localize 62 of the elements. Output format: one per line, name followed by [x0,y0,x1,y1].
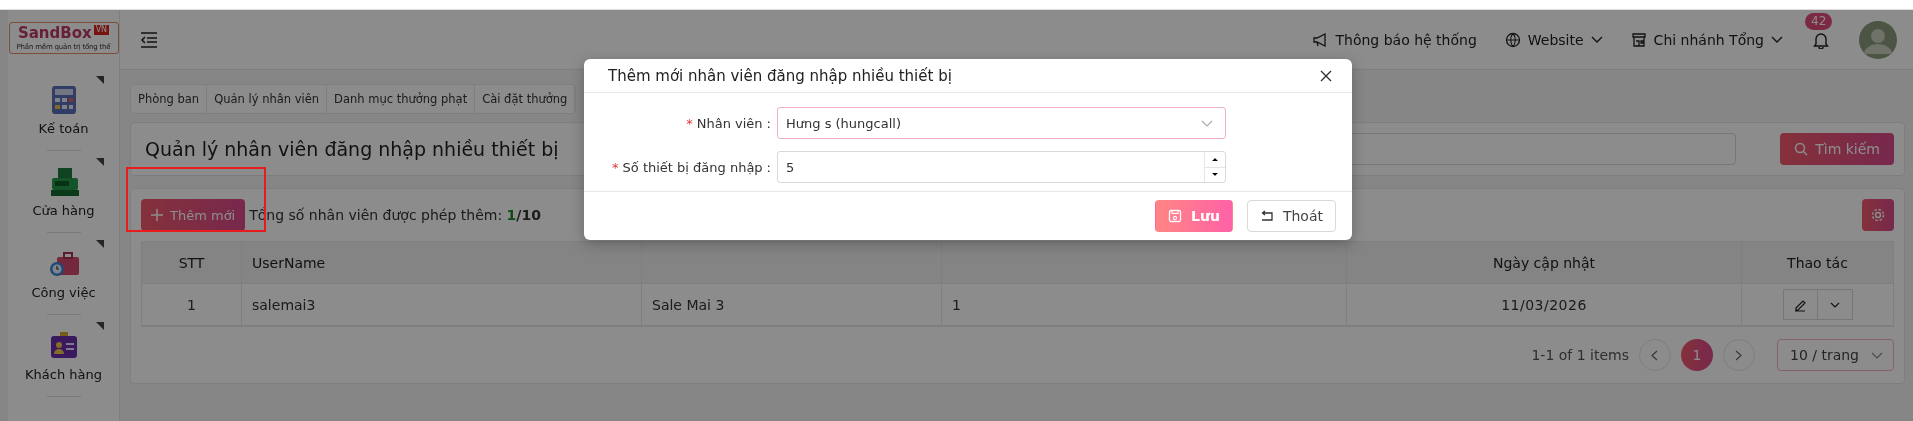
header-menu[interactable]: Thông báo hệ thống [1312,31,1477,48]
tab[interactable]: Danh mục thưởng phạt [327,85,476,113]
column-header: Ngày cập nhật [1347,242,1742,283]
required-mark: * [686,115,693,131]
search-icon [1794,142,1809,156]
header-menu[interactable]: Chi nhánh Tổng [1630,31,1783,48]
id-card-icon [48,331,79,361]
return-arrow-icon [1259,210,1274,222]
field-label: Nhân viên [696,115,763,131]
chevron-left-icon [1651,349,1659,361]
notification-badge: 42 [1805,12,1833,30]
dialog-title: Thêm mới nhân viên đăng nhập nhiều thiết bị [608,66,952,85]
bell-icon [1813,30,1829,49]
table-cell: salemai3 [242,284,642,325]
chevron-down-icon [1201,119,1213,127]
search-button[interactable]: Tìm kiếm [1780,133,1894,165]
sidebar-item[interactable]: Khách hàng [13,316,114,398]
column-header: STT [142,242,242,283]
sidebar-item[interactable]: Kế toán [13,70,114,152]
chevron-down-icon [1871,351,1883,359]
field-label: Số thiết bị đăng nhập [622,159,763,175]
number-field[interactable]: 5 [777,151,1226,183]
table-cell: 1 [142,284,242,325]
close-icon [1320,69,1332,82]
sidebar-item[interactable]: Cửa hàng [13,152,114,234]
column-header: Thao tác [1786,253,1849,273]
cash-register-icon [48,167,79,197]
page-size-select[interactable]: 10 / trang [1777,339,1894,371]
chevron-up-icon [1211,156,1219,162]
store-icon [1630,31,1647,48]
page-title: Quản lý nhân viên đăng nhập nhiều thiết bị [145,138,559,160]
required-mark: * [612,159,619,175]
briefcase-icon [48,249,79,279]
tab[interactable]: Quản lý nhân viên [207,85,328,113]
sidebar-item[interactable]: Công việc [13,234,114,316]
column-header: UserName [242,242,642,283]
collapse-menu-icon [140,31,158,48]
settings-icon [1871,208,1885,222]
edit-button[interactable] [1782,289,1818,320]
chevron-down-icon [1771,35,1783,44]
more-actions-button[interactable] [1817,289,1853,320]
plus-icon [151,209,163,221]
chevron-down-icon [1211,172,1219,178]
tab[interactable]: Cài đặt thưởng [475,85,576,113]
settings-button[interactable] [1862,199,1894,231]
table-cell: 11/03/2026 [1347,284,1742,325]
avatar [1859,20,1897,59]
table-cell: 1 [942,284,1347,325]
pagination-summary: 1-1 of 1 items [1531,347,1629,363]
employee-select[interactable]: Hưng s (hungcall) [777,107,1226,139]
chevron-right-icon [1735,349,1743,361]
exit-button[interactable]: Thoát [1246,200,1336,232]
chevron-down-icon [1590,35,1603,44]
label-colon: : [766,115,771,131]
label-colon: : [766,159,771,175]
table-cell: Sale Mai 3 [642,284,942,325]
chevron-down-icon [1829,301,1840,308]
globe-icon [1504,31,1521,48]
tab[interactable]: Phòng ban [131,85,208,113]
add-button[interactable]: Thêm mới [141,199,246,231]
header-menu[interactable]: Website [1504,31,1603,48]
megaphone-icon [1312,31,1329,48]
